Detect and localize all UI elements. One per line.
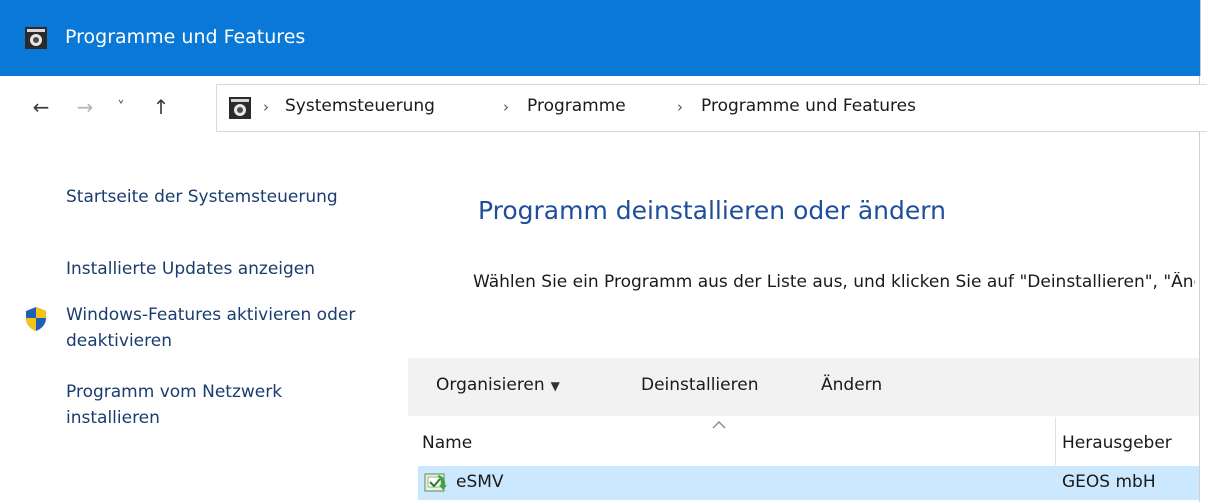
breadcrumb-programme[interactable]: Programme [527, 96, 626, 116]
sidebar-link-install-from-network[interactable]: Programm vom Netzwerk installieren [66, 379, 346, 431]
chevron-down-icon: ˅ [117, 98, 125, 116]
column-divider[interactable] [1055, 417, 1056, 465]
uac-shield-icon [26, 307, 46, 331]
sidebar-link-windows-features[interactable]: Windows-Features aktivieren oder deaktiv… [66, 302, 366, 354]
breadcrumb-separator: › [677, 98, 683, 116]
column-header-name[interactable]: Name [422, 433, 472, 453]
forward-button[interactable]: → [70, 90, 100, 124]
command-bar: Organisieren ▼ Deinstallieren Ändern [408, 358, 1199, 416]
change-button[interactable]: Ändern [821, 375, 882, 395]
dropdown-arrow-icon: ▼ [550, 379, 560, 393]
page-title: Programm deinstallieren oder ändern [478, 196, 946, 225]
organize-label: Organisieren [436, 375, 545, 395]
navigation-bar: ← → ˅ ↑ › Systemsteuerung › Programme › … [0, 76, 1207, 140]
sidebar-link-control-panel-home[interactable]: Startseite der Systemsteuerung [66, 184, 406, 210]
uninstall-button[interactable]: Deinstallieren [641, 375, 758, 395]
sidebar-link-installed-updates[interactable]: Installierte Updates anzeigen [66, 256, 386, 282]
table-row[interactable]: eSMV GEOS mbH [418, 466, 1199, 500]
control-panel-icon [25, 27, 47, 49]
up-button[interactable]: ↑ [146, 90, 176, 124]
organize-menu-button[interactable]: Organisieren ▼ [436, 375, 560, 395]
column-header-row: Name Herausgeber [408, 417, 1199, 465]
breadcrumb-separator: › [503, 98, 509, 116]
column-header-publisher[interactable]: Herausgeber [1062, 433, 1172, 453]
back-button[interactable]: ← [26, 90, 56, 124]
up-arrow-icon: ↑ [152, 95, 170, 119]
breadcrumb-separator: › [263, 98, 269, 116]
window-title: Programme und Features [65, 26, 306, 48]
program-installer-icon [424, 473, 447, 492]
breadcrumb-systemsteuerung[interactable]: Systemsteuerung [285, 96, 435, 116]
back-arrow-icon: ← [32, 95, 50, 119]
forward-arrow-icon: → [76, 95, 94, 119]
breadcrumb-programme-und-features[interactable]: Programme und Features [701, 96, 916, 116]
title-bar: Programme und Features [0, 0, 1201, 76]
control-panel-icon [229, 97, 251, 119]
page-description: Wählen Sie ein Programm aus der Liste au… [473, 272, 1195, 292]
program-publisher: GEOS mbH [1062, 472, 1156, 492]
program-name: eSMV [456, 472, 504, 492]
recent-locations-button[interactable]: ˅ [110, 90, 132, 124]
sort-ascending-icon [712, 421, 726, 429]
address-bar[interactable]: › Systemsteuerung › Programme › Programm… [216, 84, 1207, 132]
